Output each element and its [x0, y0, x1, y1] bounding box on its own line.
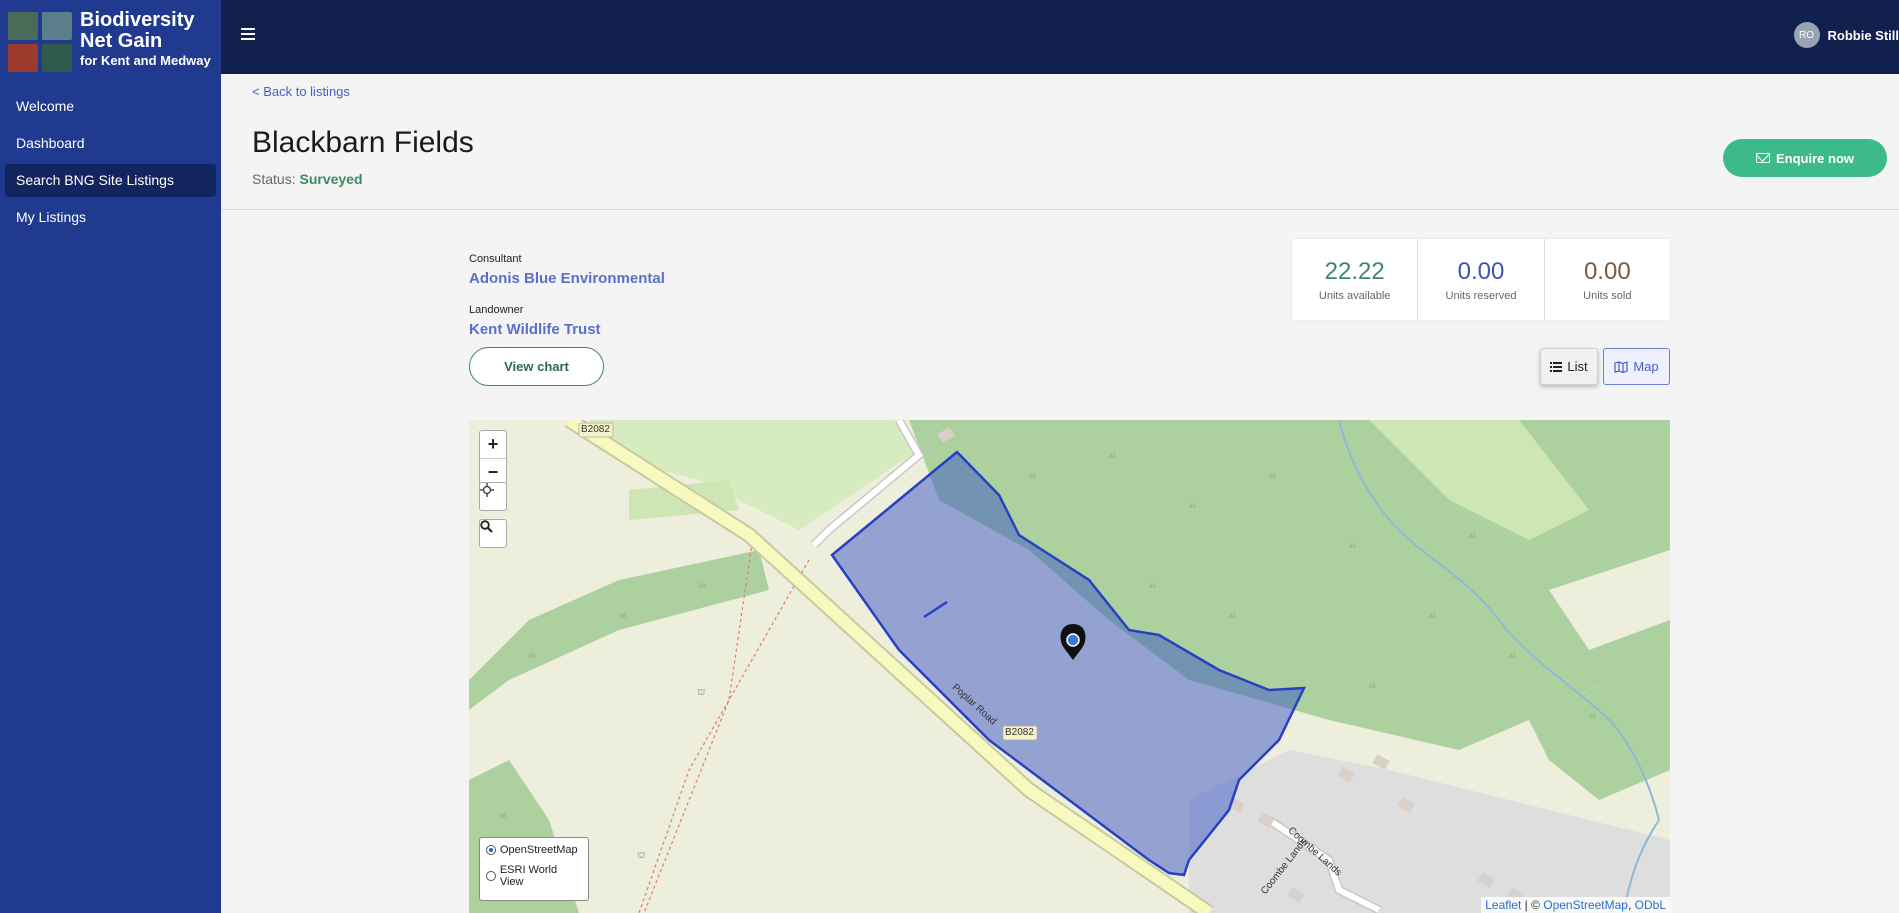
units-sold-label: Units sold: [1583, 290, 1632, 302]
sidebar-item-dashboard[interactable]: Dashboard: [5, 127, 216, 160]
svg-text:ᵟᵟ: ᵟᵟ: [619, 612, 626, 622]
envelope-icon: [1756, 153, 1770, 163]
list-view-toggle[interactable]: List: [1540, 348, 1598, 385]
road-label-b2082-south: B2082: [1005, 727, 1034, 738]
layer-switcher: OpenStreetMap ESRI World View: [479, 837, 589, 901]
locate-control: [479, 482, 507, 511]
layer-label-esri: ESRI World View: [499, 864, 558, 888]
svg-text:ᵟᵟ: ᵟᵟ: [1029, 472, 1036, 482]
map-toggle-label: Map: [1633, 359, 1659, 374]
svg-text:ᵟᵟ: ᵟᵟ: [529, 652, 536, 662]
search-control: [479, 519, 507, 548]
map-tiles: ᵟᵟᵟᵟ ᵟᵟᵟᵟ ᵟᵟᵟᵟ ᵟᵟᵟᵟ ᵟᵟᵟᵟ ᵟᵟᵟᵟ ᵟᵟᵟᵟ ᵟᵟᵟᵟ …: [469, 420, 1670, 913]
svg-text:⛫: ⛫: [637, 850, 645, 860]
layer-option-esri[interactable]: ESRI World View: [486, 864, 582, 888]
search-icon: [480, 520, 493, 533]
units-available-label: Units available: [1318, 290, 1391, 302]
enquire-now-label: Enquire now: [1776, 150, 1854, 166]
units-stats: 22.22 Units available 0.00 Units reserve…: [1292, 239, 1670, 320]
attribution-separator: | ©: [1521, 898, 1544, 912]
avatar: RO: [1793, 22, 1820, 48]
leaflet-link[interactable]: Leaflet: [1485, 898, 1521, 912]
openstreetmap-link[interactable]: OpenStreetMap: [1543, 898, 1628, 912]
units-available-value: 22.22: [1324, 258, 1385, 285]
stat-units-available: 22.22 Units available: [1292, 239, 1419, 320]
layer-radio-openstreetmap[interactable]: [486, 845, 496, 855]
sidebar-item-my-listings[interactable]: My Listings: [5, 201, 216, 234]
landowner-link[interactable]: Kent Wildlife Trust: [469, 321, 601, 338]
site-map[interactable]: ᵟᵟ ᵟᵟ ᵟᵟ ᵟᵟ ᵟᵟ ᵟᵟ ᵟᵟ ᵟᵟ ᵟᵟ ᵟᵟ ᵟᵟ ᵟᵟ ᵟᵟ ᵟᵟ ᵟᵟ ᵟᵟ …: [469, 420, 1670, 913]
svg-text:ᵟᵟ: ᵟᵟ: [1269, 472, 1276, 482]
sidebar-item-welcome[interactable]: Welcome: [5, 90, 216, 123]
map-search-button[interactable]: [480, 520, 506, 547]
brand-title-line1: Biodiversity: [80, 9, 195, 31]
layer-label-openstreetmap: OpenStreetMap: [500, 844, 578, 856]
sidebar-item-search-listings[interactable]: Search BNG Site Listings: [5, 164, 216, 197]
logo-tiles: [8, 12, 72, 72]
svg-text:ᵟᵟ: ᵟᵟ: [1589, 712, 1596, 722]
brand-text: Biodiversity Net Gain for Kent and Medwa…: [80, 10, 211, 68]
layer-option-openstreetmap[interactable]: OpenStreetMap: [486, 844, 582, 856]
map-icon: [1614, 360, 1628, 373]
status-badge: Surveyed: [299, 171, 363, 187]
map-view-toggle[interactable]: Map: [1603, 348, 1670, 385]
brand-logo[interactable]: Biodiversity Net Gain for Kent and Medwa…: [0, 0, 221, 74]
svg-text:ᵟᵟ: ᵟᵟ: [1469, 532, 1476, 542]
list-toggle-label: List: [1567, 359, 1588, 374]
zoom-out-button[interactable]: −: [480, 458, 506, 485]
landowner-label: Landowner: [469, 304, 524, 316]
brand-subtitle: for Kent and Medway: [80, 53, 211, 68]
logo-tile-4: [42, 44, 72, 72]
consultant-link[interactable]: Adonis Blue Environmental: [469, 270, 665, 287]
user-menu[interactable]: RO Robbie Still: [1793, 22, 1899, 48]
svg-text:ᵟᵟ: ᵟᵟ: [1509, 652, 1516, 662]
status-line: Status: Surveyed: [252, 171, 363, 187]
svg-text:ᵟᵟ: ᵟᵟ: [1429, 612, 1436, 622]
list-icon: [1550, 361, 1563, 372]
units-reserved-label: Units reserved: [1445, 290, 1517, 302]
svg-text:ᵟᵟ: ᵟᵟ: [699, 582, 706, 592]
svg-text:ᵟᵟ: ᵟᵟ: [1109, 452, 1116, 462]
layer-radio-esri[interactable]: [486, 871, 496, 881]
logo-tile-1: [8, 12, 38, 40]
status-label: Status:: [252, 171, 296, 187]
logo-tile-2: [42, 12, 72, 40]
zoom-in-button[interactable]: +: [480, 431, 506, 458]
road-label-b2082-north: B2082: [581, 424, 610, 435]
stat-units-sold: 0.00 Units sold: [1545, 239, 1670, 320]
stat-units-reserved: 0.00 Units reserved: [1418, 239, 1545, 320]
crosshair-icon: [480, 483, 494, 497]
units-sold-value: 0.00: [1583, 258, 1631, 285]
svg-text:ᵟᵟ: ᵟᵟ: [1229, 612, 1236, 622]
enquire-now-button[interactable]: Enquire now: [1723, 139, 1887, 177]
locate-button[interactable]: [480, 483, 506, 510]
hamburger-icon[interactable]: [241, 28, 255, 40]
brand-title-line2: Net Gain: [80, 30, 163, 52]
top-bar: RO Robbie Still: [221, 0, 1899, 74]
svg-text:ᵟᵟ: ᵟᵟ: [1349, 542, 1356, 552]
map-attribution: Leaflet | © OpenStreetMap, ODbL: [1481, 897, 1670, 913]
odbl-link[interactable]: ODbL: [1635, 898, 1666, 912]
page-header: < Back to listings Blackbarn Fields Stat…: [221, 74, 1899, 210]
svg-text:ᵟᵟ: ᵟᵟ: [1189, 502, 1196, 512]
units-reserved-value: 0.00: [1457, 258, 1505, 285]
svg-text:⛫: ⛫: [697, 687, 705, 697]
svg-text:ᵟᵟ: ᵟᵟ: [499, 812, 506, 822]
consultant-label: Consultant: [469, 253, 522, 265]
page-title: Blackbarn Fields: [252, 126, 474, 159]
logo-tile-3: [8, 44, 38, 72]
sidebar: Biodiversity Net Gain for Kent and Medwa…: [0, 0, 221, 913]
user-name: Robbie Still: [1827, 27, 1899, 43]
svg-text:ᵟᵟ: ᵟᵟ: [1369, 682, 1376, 692]
back-to-listings-link[interactable]: < Back to listings: [252, 84, 350, 99]
sidebar-nav: Welcome Dashboard Search BNG Site Listin…: [0, 90, 221, 234]
view-chart-button[interactable]: View chart: [469, 347, 604, 386]
zoom-control: + −: [479, 430, 507, 486]
svg-text:ᵟᵟ: ᵟᵟ: [1149, 582, 1156, 592]
